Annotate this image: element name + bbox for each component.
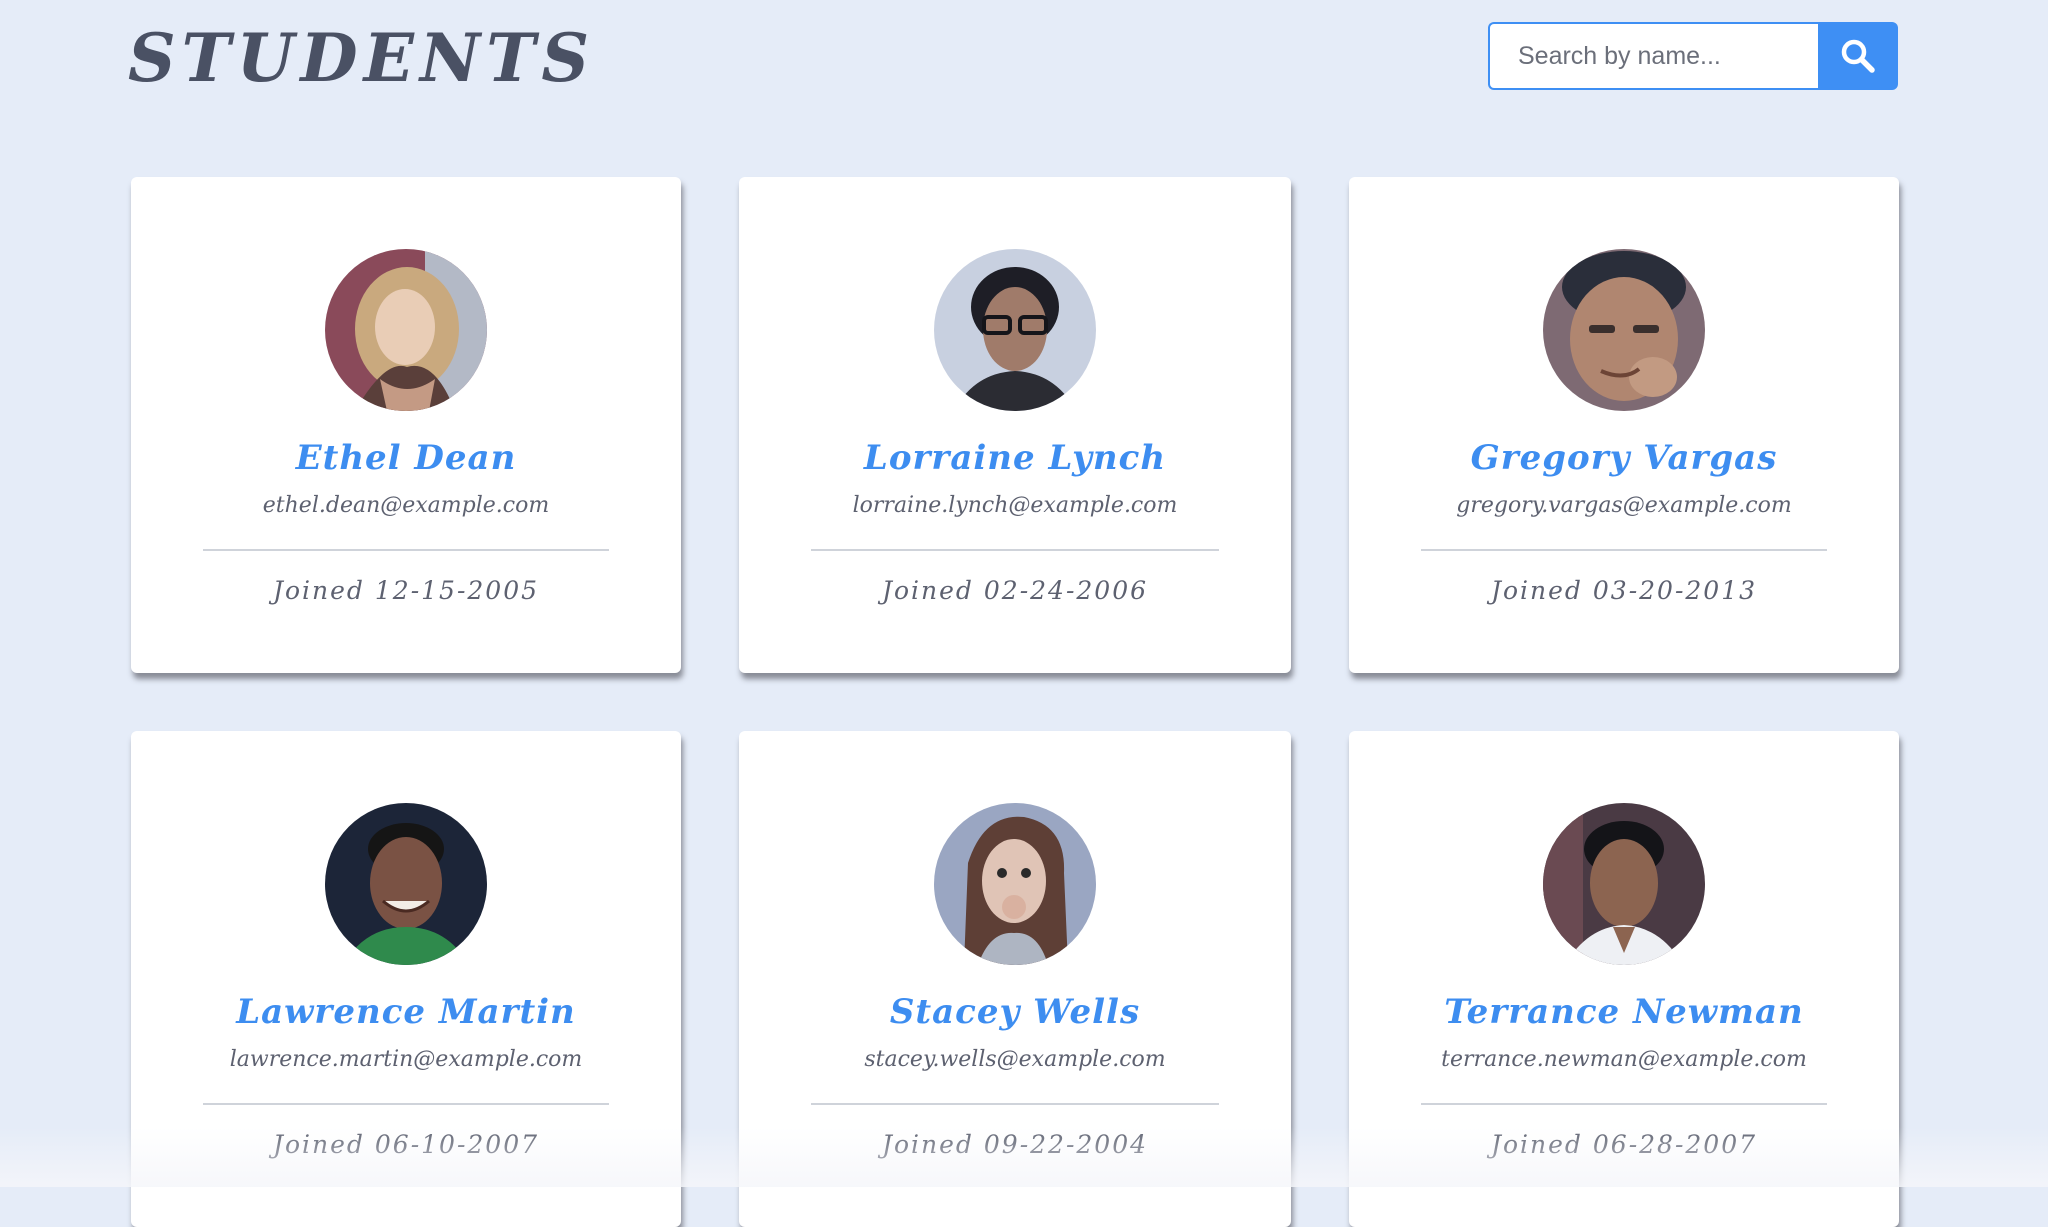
card-divider (811, 1103, 1219, 1105)
student-card[interactable]: Ethel Dean ethel.dean@example.com Joined… (131, 177, 681, 673)
student-name: Stacey Wells (889, 992, 1141, 1032)
student-card[interactable]: Lorraine Lynch lorraine.lynch@example.co… (739, 177, 1291, 673)
student-email: lorraine.lynch@example.com (852, 493, 1178, 518)
search-input[interactable] (1488, 22, 1818, 90)
joined-date: Joined 09-22-2004 (881, 1130, 1149, 1159)
student-name: Lawrence Martin (236, 992, 576, 1032)
card-divider (1421, 549, 1827, 551)
search-bar (1488, 22, 1898, 90)
student-email: gregory.vargas@example.com (1456, 493, 1792, 518)
avatar (934, 249, 1096, 411)
student-card[interactable]: Stacey Wells stacey.wells@example.com Jo… (739, 731, 1291, 1227)
student-name: Lorraine Lynch (863, 438, 1167, 478)
student-name: Terrance Newman (1444, 992, 1804, 1032)
card-divider (203, 549, 609, 551)
joined-date: Joined 06-28-2007 (1490, 1130, 1758, 1159)
student-card[interactable]: Gregory Vargas gregory.vargas@example.co… (1349, 177, 1899, 673)
search-icon (1841, 39, 1875, 73)
page-title: STUDENTS (128, 19, 595, 97)
search-button[interactable] (1818, 22, 1898, 90)
card-divider (811, 549, 1219, 551)
student-email: lawrence.martin@example.com (229, 1047, 583, 1072)
joined-date: Joined 03-20-2013 (1490, 576, 1758, 605)
student-name: Ethel Dean (295, 438, 517, 478)
card-divider (203, 1103, 609, 1105)
avatar (325, 249, 487, 411)
joined-date: Joined 06-10-2007 (272, 1130, 540, 1159)
student-email: terrance.newman@example.com (1441, 1047, 1807, 1072)
joined-date: Joined 12-15-2005 (272, 576, 540, 605)
card-divider (1421, 1103, 1827, 1105)
student-email: stacey.wells@example.com (864, 1047, 1166, 1072)
student-card[interactable]: Lawrence Martin lawrence.martin@example.… (131, 731, 681, 1227)
avatar (1543, 249, 1705, 411)
avatar (934, 803, 1096, 965)
joined-date: Joined 02-24-2006 (881, 576, 1149, 605)
student-name: Gregory Vargas (1470, 438, 1778, 478)
avatar (325, 803, 487, 965)
page-header: STUDENTS (0, 0, 2048, 120)
student-grid: Ethel Dean ethel.dean@example.com Joined… (131, 177, 1899, 1227)
avatar (1543, 803, 1705, 965)
student-card[interactable]: Terrance Newman terrance.newman@example.… (1349, 731, 1899, 1227)
student-email: ethel.dean@example.com (262, 493, 550, 518)
